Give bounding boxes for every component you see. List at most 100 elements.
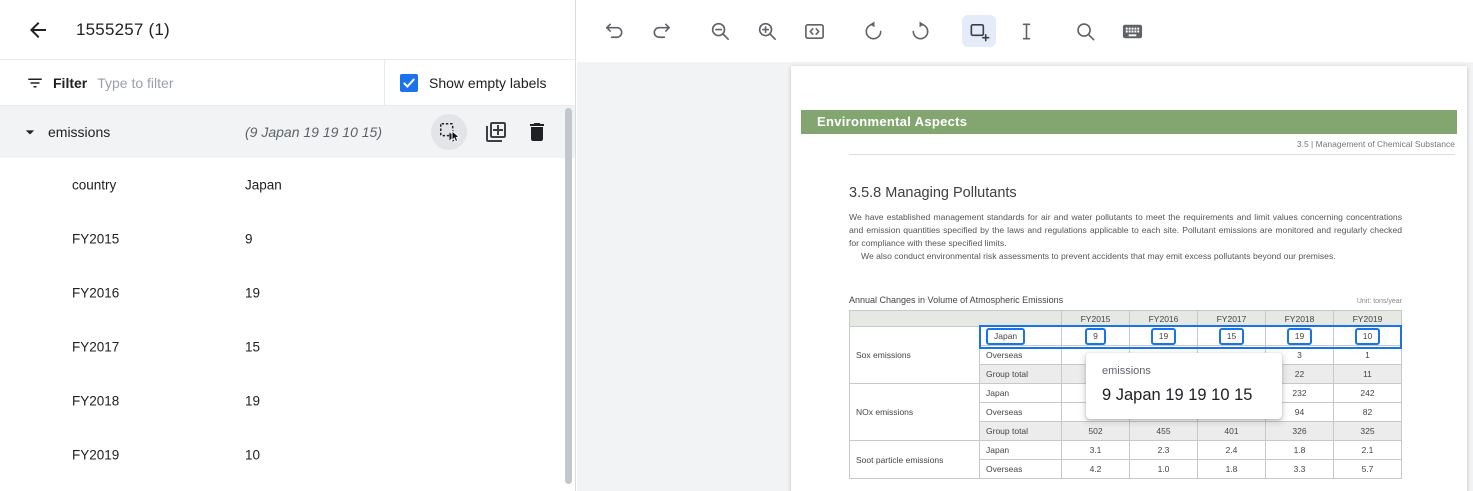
show-empty-toggle[interactable]: Show empty labels xyxy=(384,60,575,105)
field-row-fy2015[interactable]: FY2015 9 xyxy=(0,212,575,266)
arrow-back-icon xyxy=(26,18,50,42)
header-fy2017: FY2017 xyxy=(1198,311,1266,327)
redo-icon xyxy=(650,20,673,43)
zoom-out-icon xyxy=(709,20,732,43)
filter-input[interactable] xyxy=(97,75,277,91)
annotation-box[interactable]: 19 xyxy=(1287,328,1312,345)
field-value[interactable]: 19 xyxy=(245,394,260,409)
text-select-icon xyxy=(1015,20,1038,43)
table-unit: Unit: tons/year xyxy=(1357,298,1402,305)
annotation-box[interactable]: 10 xyxy=(1355,328,1380,345)
zoom-in-button[interactable] xyxy=(750,15,784,47)
category-cell: Sox emissions xyxy=(850,327,980,384)
rotate-ccw-icon xyxy=(862,20,885,43)
field-row-fy2016[interactable]: FY2016 19 xyxy=(0,266,575,320)
rotate-ccw-button[interactable] xyxy=(856,15,890,47)
tooltip-label: emissions xyxy=(1102,365,1266,377)
delete-icon xyxy=(525,120,549,144)
field-name: country xyxy=(72,178,116,193)
back-button[interactable] xyxy=(26,18,50,42)
field-row-country[interactable]: country Japan xyxy=(0,158,575,212)
tooltip-value: 9 Japan 19 19 10 15 xyxy=(1102,386,1266,405)
text-select-button[interactable] xyxy=(1009,15,1043,47)
search-icon xyxy=(1074,20,1097,43)
field-value[interactable]: 9 xyxy=(245,232,253,247)
body-text: We have established management standards… xyxy=(849,211,1402,263)
delete-button[interactable] xyxy=(525,120,549,144)
field-name: FY2016 xyxy=(72,286,119,301)
field-row-fy2018[interactable]: FY2018 19 xyxy=(0,374,575,428)
fit-region-button[interactable] xyxy=(797,15,831,47)
page-breadcrumb: 3.5 | Management of Chemical Substance xyxy=(849,139,1455,155)
label-group-summary: (9 Japan 19 19 10 15) xyxy=(245,124,382,140)
keyboard-icon xyxy=(1121,20,1144,43)
header-fy2018: FY2018 xyxy=(1266,311,1334,327)
search-button[interactable] xyxy=(1068,15,1102,47)
viewer-toolbar xyxy=(577,0,1473,62)
filter-label: Filter xyxy=(53,75,87,91)
zoom-out-button[interactable] xyxy=(703,15,737,47)
mouse-cursor-icon xyxy=(448,129,464,145)
add-instance-icon xyxy=(484,120,508,144)
field-value[interactable]: 15 xyxy=(245,340,260,355)
label-group-actions xyxy=(431,114,549,150)
header-fy2016: FY2016 xyxy=(1130,311,1198,327)
panel-scrollbar[interactable] xyxy=(565,108,572,484)
field-value[interactable]: 19 xyxy=(245,286,260,301)
filter-bar: Filter Show empty labels xyxy=(0,60,575,106)
checkbox-checked-icon[interactable] xyxy=(400,74,418,92)
annotation-box[interactable]: 15 xyxy=(1219,328,1244,345)
annotation-tooltip: emissions 9 Japan 19 19 10 15 xyxy=(1086,353,1282,419)
add-bounding-box-icon xyxy=(968,20,991,43)
table-row-annotated: Sox emissions Japan 9 19 15 19 10 xyxy=(850,327,1402,346)
paragraph: We have established management standards… xyxy=(849,211,1402,250)
field-row-fy2019[interactable]: FY2019 10 xyxy=(0,428,575,482)
redo-button[interactable] xyxy=(644,15,678,47)
chevron-down-icon[interactable] xyxy=(20,122,40,142)
fit-region-icon xyxy=(803,20,826,43)
app-root: 1555257 (1) Filter Show empty labels emi… xyxy=(0,0,1473,491)
rotate-cw-button[interactable] xyxy=(903,15,937,47)
highlight-box-button[interactable] xyxy=(431,114,467,150)
annotation-box[interactable]: 9 xyxy=(1085,328,1106,345)
document-canvas: Environmental Aspects 3.5 | Management o… xyxy=(577,62,1473,491)
field-name: FY2015 xyxy=(72,232,119,247)
undo-icon xyxy=(603,20,626,43)
paragraph: We also conduct environmental risk asses… xyxy=(849,250,1402,263)
sub-cell: Japan xyxy=(980,327,1062,346)
keyboard-button[interactable] xyxy=(1115,15,1149,47)
page-banner: Environmental Aspects xyxy=(801,110,1457,134)
field-name: FY2017 xyxy=(72,340,119,355)
table-caption-row: Annual Changes in Volume of Atmospheric … xyxy=(849,295,1402,305)
undo-button[interactable] xyxy=(597,15,631,47)
field-value[interactable]: 10 xyxy=(245,448,260,463)
field-name: FY2019 xyxy=(72,448,119,463)
table-row: Soot particle emissions Japan 3.1 2.3 2.… xyxy=(850,441,1402,460)
category-cell: Soot particle emissions xyxy=(850,441,980,479)
annotation-box[interactable]: Japan xyxy=(986,328,1025,345)
field-value[interactable]: Japan xyxy=(245,178,282,193)
show-empty-label: Show empty labels xyxy=(429,75,547,91)
field-row-fy2017[interactable]: FY2017 15 xyxy=(0,320,575,374)
table-header-row: FY2015 FY2016 FY2017 FY2018 FY2019 xyxy=(850,311,1402,327)
filter-list-icon xyxy=(26,74,44,92)
document-viewer: Environmental Aspects 3.5 | Management o… xyxy=(577,0,1473,491)
field-name: FY2018 xyxy=(72,394,119,409)
field-list: country Japan FY2015 9 FY2016 19 FY2017 … xyxy=(0,158,575,482)
category-cell: NOx emissions xyxy=(850,384,980,441)
label-group-row-emissions[interactable]: emissions (9 Japan 19 19 10 15) xyxy=(0,106,575,158)
zoom-in-icon xyxy=(756,20,779,43)
label-group-name[interactable]: emissions xyxy=(48,124,110,140)
header-blank xyxy=(850,311,1062,327)
section-title: 3.5.8 Managing Pollutants xyxy=(849,185,1017,201)
add-instance-button[interactable] xyxy=(484,120,508,144)
header-fy2019: FY2019 xyxy=(1334,311,1402,327)
document-page: Environmental Aspects 3.5 | Management o… xyxy=(791,66,1467,491)
document-title: 1555257 (1) xyxy=(76,20,170,40)
labels-panel: 1555257 (1) Filter Show empty labels emi… xyxy=(0,0,576,491)
panel-header: 1555257 (1) xyxy=(0,0,575,60)
rotate-cw-icon xyxy=(909,20,932,43)
add-bounding-box-button[interactable] xyxy=(962,15,996,47)
annotation-box[interactable]: 19 xyxy=(1151,328,1176,345)
table-caption: Annual Changes in Volume of Atmospheric … xyxy=(849,295,1063,305)
